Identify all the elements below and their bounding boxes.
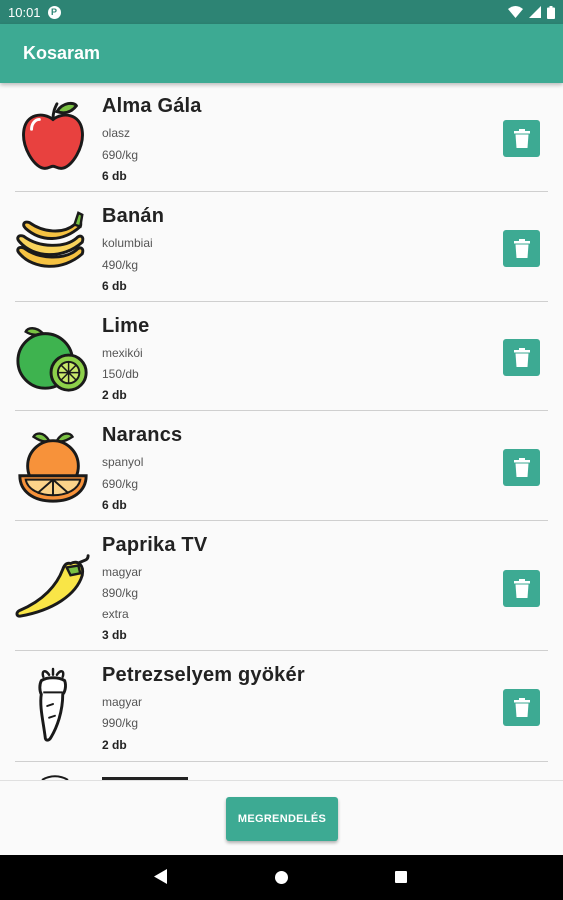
item-price: 690/kg xyxy=(102,477,139,491)
recents-icon[interactable] xyxy=(395,871,407,883)
item-quantity: 2 db xyxy=(102,388,127,402)
item-quantity: 3 db xyxy=(102,628,127,642)
trash-icon xyxy=(513,348,530,367)
item-name: Paprika TV xyxy=(102,534,208,556)
trash-icon xyxy=(513,239,530,258)
cart-item[interactable]: Banán kolumbiai 490/kg 6 db xyxy=(0,193,563,303)
item-name: Banán xyxy=(102,205,165,227)
app-title: Kosaram xyxy=(23,43,101,63)
delete-button[interactable] xyxy=(503,120,540,157)
banana-icon xyxy=(16,211,85,268)
delete-button[interactable] xyxy=(503,689,540,726)
cart-item[interactable]: Narancs spanyol 690/kg 6 db xyxy=(0,412,563,522)
item-price: 990/kg xyxy=(102,716,139,730)
item-name: Lime xyxy=(102,315,150,337)
cart-item[interactable]: Petrezselyem gyökér magyar 990/kg 2 db xyxy=(0,652,563,762)
delete-button[interactable] xyxy=(503,449,540,486)
divider xyxy=(15,301,548,302)
orange-icon xyxy=(18,432,88,503)
divider xyxy=(15,520,548,521)
battery-icon xyxy=(547,5,555,19)
trash-icon xyxy=(513,129,530,148)
home-icon[interactable] xyxy=(275,871,288,884)
signal-icon xyxy=(529,6,541,18)
item-price: 890/kg xyxy=(102,586,139,600)
trash-icon xyxy=(513,579,530,598)
item-quantity: 6 db xyxy=(102,169,127,183)
cart-item[interactable]: Lime mexikói 150/db 2 db xyxy=(0,303,563,412)
order-button[interactable]: MEGRENDELÉS xyxy=(226,797,338,841)
item-name: Petrezselyem gyökér xyxy=(102,664,305,686)
trash-icon xyxy=(513,698,530,717)
item-origin: olasz xyxy=(102,126,131,140)
back-icon[interactable] xyxy=(154,869,167,884)
delete-button[interactable] xyxy=(503,230,540,267)
status-time: 10:01 xyxy=(8,4,41,20)
divider xyxy=(15,761,548,762)
item-name: Narancs xyxy=(102,424,183,446)
wifi-icon xyxy=(508,6,523,18)
item-origin: magyar xyxy=(102,565,143,579)
notification-icon: P xyxy=(47,5,61,19)
cart-item-partial[interactable] xyxy=(0,763,563,780)
item-origin: mexikói xyxy=(102,346,143,360)
lime-icon xyxy=(16,327,88,392)
item-price: 150/db xyxy=(102,367,139,381)
app-bar: Kosaram xyxy=(0,24,563,83)
item-origin: kolumbiai xyxy=(102,236,153,250)
item-extra: extra xyxy=(102,607,129,621)
pepper-icon xyxy=(15,554,90,618)
cart-list[interactable]: Alma Gála olasz 690/kg 6 db Banán kolumb… xyxy=(0,83,563,780)
item-name: Alma Gála xyxy=(102,95,202,117)
apple-icon xyxy=(22,101,84,170)
item-price: 490/kg xyxy=(102,258,139,272)
divider xyxy=(15,191,548,192)
parsley-root-icon xyxy=(38,667,67,742)
trash-icon xyxy=(513,458,530,477)
divider xyxy=(15,410,548,411)
item-quantity: 2 db xyxy=(102,738,127,752)
delete-button[interactable] xyxy=(503,339,540,376)
item-origin: spanyol xyxy=(102,455,144,469)
navigation-bar xyxy=(0,855,563,900)
item-quantity: 6 db xyxy=(102,279,127,293)
item-origin: magyar xyxy=(102,695,143,709)
bottom-panel: MEGRENDELÉS xyxy=(0,780,563,856)
cart-item[interactable]: Paprika TV magyar 890/kg extra 3 db xyxy=(0,522,563,652)
divider xyxy=(15,650,548,651)
item-quantity: 6 db xyxy=(102,498,127,512)
cart-item[interactable]: Alma Gála olasz 690/kg 6 db xyxy=(0,83,563,193)
delete-button[interactable] xyxy=(503,570,540,607)
item-price: 690/kg xyxy=(102,148,139,162)
status-bar: 10:01 P xyxy=(0,0,563,24)
